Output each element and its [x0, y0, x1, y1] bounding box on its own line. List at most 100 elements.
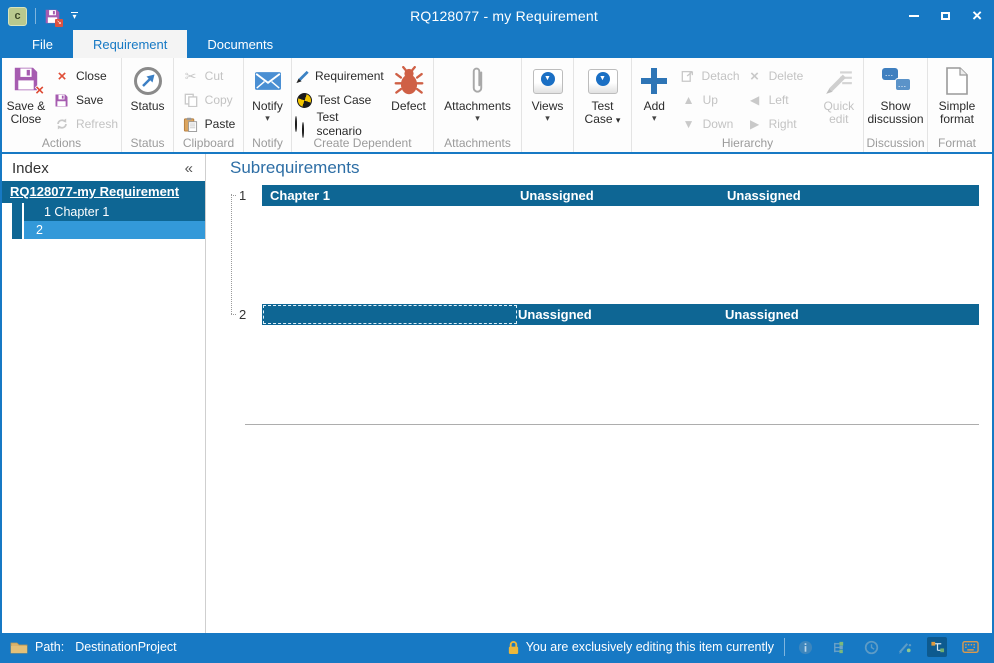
arrow-right-icon: ▶	[746, 117, 764, 131]
paste-label: Paste	[205, 117, 236, 131]
delete-button: × Delete	[743, 64, 815, 88]
quick-save-button[interactable]: ↘	[44, 8, 61, 25]
close-window-button[interactable]: ×	[972, 6, 982, 26]
ribbon-group-test-case: ▼ Test Case ▾	[574, 58, 632, 152]
save-icon	[53, 93, 71, 108]
tree-item-root[interactable]: RQ128077-my Requirement	[2, 181, 205, 203]
assignee-cell[interactable]: Unassigned	[520, 185, 727, 206]
app-window: c ↘ ▾ RQ128077 - my Requirement ×	[0, 0, 994, 663]
subrequirements-panel: Subrequirements 1 Chapter 1 Unassigned U…	[206, 154, 992, 633]
refresh-label: Refresh	[76, 117, 118, 131]
info-icon[interactable]	[795, 637, 815, 657]
paste-icon	[182, 117, 200, 132]
statusbar-divider	[784, 638, 785, 656]
requirement-pen-icon	[295, 69, 310, 84]
paste-button[interactable]: Paste	[179, 112, 239, 136]
move-left-button: ◀ Left	[743, 88, 815, 112]
ribbon-group-views: ▼ Views ▾	[522, 58, 574, 152]
group-label-discussion: Discussion	[864, 136, 927, 152]
ribbon-group-attachments: Attachments ▾ Attachments	[434, 58, 522, 152]
history-icon[interactable]	[861, 637, 881, 657]
tab-requirement[interactable]: Requirement	[73, 30, 187, 58]
table-row[interactable]: Unassigned Unassigned	[262, 304, 979, 325]
app-icon-letter: c	[14, 10, 20, 22]
views-button[interactable]: ▼ Views ▾	[522, 60, 573, 136]
group-label-status: Status	[122, 136, 173, 152]
chevron-down-icon: ▾	[475, 114, 480, 122]
show-discussion-label: Show discussion	[866, 100, 925, 127]
tree-item-2-selected[interactable]: 2	[24, 221, 205, 239]
status-label: Status	[130, 100, 164, 113]
move-up-button: ▲ Up	[677, 88, 743, 112]
add-button[interactable]: Add ▾	[632, 60, 677, 136]
simple-format-button[interactable]: Simple format	[928, 60, 986, 136]
row-number: 1	[239, 188, 246, 203]
notify-button[interactable]: Notify ▾	[244, 60, 291, 136]
delete-x-icon: ×	[746, 68, 764, 85]
status-cell[interactable]: Unassigned	[725, 304, 979, 325]
status-compass-icon	[133, 66, 163, 96]
assignee-cell[interactable]: Unassigned	[518, 304, 725, 325]
bug-icon	[394, 66, 424, 96]
collapse-sidebar-button[interactable]: «	[185, 160, 193, 177]
create-test-case-button[interactable]: Test Case	[292, 88, 384, 112]
chevron-down-icon: ▾	[652, 114, 657, 122]
titlebar: c ↘ ▾ RQ128077 - my Requirement ×	[2, 2, 992, 30]
cut-button: ✂ Cut	[179, 64, 239, 88]
detach-icon	[680, 69, 697, 83]
test-case-wheel-icon	[295, 93, 313, 108]
status-button[interactable]: Status	[122, 60, 173, 136]
create-test-scenario-button[interactable]: Test scenario	[292, 112, 384, 136]
tree-item-chapter1[interactable]: 1 Chapter 1	[24, 203, 205, 221]
chevron-down-icon: ▾	[545, 114, 550, 122]
tree-connector-line	[231, 194, 232, 314]
window-title: RQ128077 - my Requirement	[120, 8, 888, 24]
quick-access-dropdown[interactable]: ▾	[71, 12, 78, 20]
status-cell[interactable]: Unassigned	[727, 185, 979, 206]
traceability-tree-icon[interactable]	[828, 637, 848, 657]
group-label-create-dependent: Create Dependent	[292, 136, 433, 152]
chevron-down-icon: ▾	[616, 115, 621, 125]
maximize-button[interactable]	[941, 6, 950, 26]
save-button[interactable]: Save	[50, 88, 121, 112]
close-button[interactable]: × Close	[50, 64, 121, 88]
save-label: Save	[76, 93, 103, 107]
save-as-arrow-icon: ↘	[55, 19, 63, 27]
folder-icon	[10, 641, 28, 654]
hierarchy-view-icon[interactable]	[927, 637, 947, 657]
create-test-case-label: Test Case	[318, 93, 371, 107]
attachments-button[interactable]: Attachments ▾	[436, 60, 520, 136]
ribbon-group-actions: × Save & Close × Close	[2, 58, 122, 152]
subrequirement-title-cell-focused[interactable]	[263, 305, 517, 324]
index-tree: RQ128077-my Requirement 1 Chapter 1 2	[2, 181, 205, 239]
ribbon-group-create-dependent: Requirement Test Case Test scenario	[292, 58, 434, 152]
quick-edit-label: Quick edit	[817, 100, 861, 127]
keyboard-icon[interactable]	[960, 637, 980, 657]
group-label-views-empty	[522, 136, 573, 152]
group-label-attachments: Attachments	[434, 136, 521, 152]
index-sidebar: Index « RQ128077-my Requirement 1 Chapte…	[2, 154, 206, 633]
save-and-close-label: Save & Close	[4, 100, 48, 127]
path-label: Path:	[35, 640, 64, 654]
minimize-icon	[909, 15, 919, 17]
arrow-up-icon: ▲	[680, 93, 698, 107]
group-label-format: Format	[928, 136, 986, 152]
subrequirement-title-cell[interactable]: Chapter 1	[262, 185, 520, 206]
show-discussion-button[interactable]: … … Show discussion	[864, 60, 927, 136]
save-and-close-button[interactable]: × Save & Close	[2, 60, 50, 136]
detach-label: Detach	[702, 69, 740, 83]
exclusive-edit-message: You are exclusively editing this item cu…	[526, 640, 774, 654]
copy-icon	[182, 93, 200, 107]
simple-format-label: Simple format	[930, 100, 984, 127]
create-requirement-button[interactable]: Requirement	[292, 64, 384, 88]
discussion-bubbles-icon: … …	[880, 66, 912, 96]
create-defect-button[interactable]: Defect	[384, 60, 433, 136]
app-icon[interactable]: c	[8, 7, 27, 26]
tab-file[interactable]: File	[12, 30, 73, 58]
signature-icon[interactable]	[894, 637, 914, 657]
table-row[interactable]: Chapter 1 Unassigned Unassigned	[262, 185, 979, 206]
minimize-button[interactable]	[909, 6, 919, 26]
test-case-dropdown-button[interactable]: ▼ Test Case ▾	[578, 60, 628, 136]
ribbon: × Save & Close × Close	[2, 58, 992, 154]
tab-documents[interactable]: Documents	[187, 30, 293, 58]
